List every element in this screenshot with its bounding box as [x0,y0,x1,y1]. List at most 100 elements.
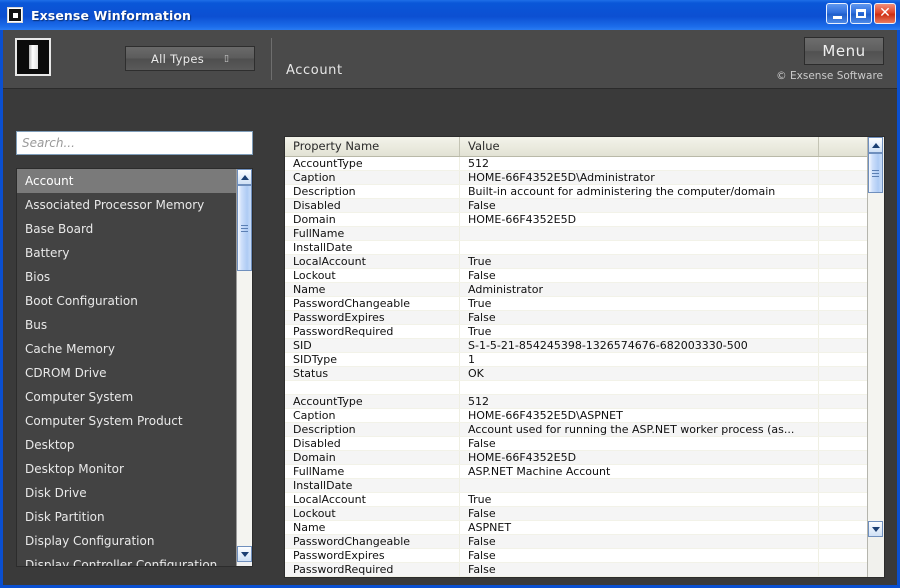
cell-value [460,479,819,492]
table-row[interactable]: LocalAccount True [285,255,869,269]
table-row[interactable]: Name Administrator [285,283,869,297]
sidebar-scrollbar[interactable] [236,169,252,566]
table-row[interactable]: Disabled False [285,437,869,451]
cell-value: True [460,297,819,310]
sidebar-item[interactable]: Bios [17,265,238,289]
cell-value: False [460,549,819,562]
cell-property-name: AccountType [285,395,460,408]
maximize-button[interactable] [850,3,872,24]
table-row[interactable]: PasswordRequired False [285,563,869,577]
table-row[interactable]: FullName ASP.NET Machine Account [285,465,869,479]
copyright-label: © Exsense Software [776,70,883,82]
sidebar-item[interactable]: Battery [17,241,238,265]
cell-extra [819,269,869,282]
table-row[interactable]: Lockout False [285,269,869,283]
title-bar[interactable]: Exsense Winformation ✕ [0,0,900,30]
cell-value: Administrator [460,283,819,296]
cell-property-name: Lockout [285,269,460,282]
table-body[interactable]: AccountType 512 Caption HOME-66F4352E5D\Adm… [285,157,869,577]
menu-button[interactable]: Menu [804,37,884,65]
table-row[interactable]: Name ASPNET [285,521,869,535]
cell-property-name: SIDType [285,353,460,366]
table-row[interactable]: SID S-1-5-21-854245398-1326574676-6820033… [285,339,869,353]
table-row[interactable]: InstallDate [285,479,869,493]
table-row[interactable]: PasswordExpires False [285,549,869,563]
cell-extra [819,185,869,198]
table-row[interactable]: Lockout False [285,507,869,521]
cell-property-name: Disabled [285,437,460,450]
table-row[interactable]: Disabled False [285,199,869,213]
cell-extra [819,409,869,422]
cell-property-name: Domain [285,213,460,226]
sidebar-item[interactable]: Bus [17,313,238,337]
sidebar-item[interactable]: Disk Drive [17,481,238,505]
table-row[interactable] [285,381,869,395]
table-row[interactable]: Description Built-in account for administ… [285,185,869,199]
cell-property-name: AccountType [285,157,460,170]
cell-property-name: FullName [285,227,460,240]
table-row[interactable]: Description Account used for running the … [285,423,869,437]
cell-property-name: PasswordRequired [285,563,460,576]
table-row[interactable]: PasswordChangeable False [285,535,869,549]
table-row[interactable]: FullName [285,227,869,241]
sidebar-scroll-thumb[interactable] [237,185,252,271]
cell-property-name: Description [285,423,460,436]
table-row[interactable]: AccountType 512 [285,157,869,171]
cell-property-name: LocalAccount [285,255,460,268]
cell-property-name [285,381,460,394]
table-row[interactable]: PasswordChangeable True [285,297,869,311]
sidebar-item[interactable]: Account [17,169,238,193]
scroll-down-icon[interactable] [868,521,883,537]
sidebar-item[interactable]: Display Configuration [17,529,238,553]
cell-value: Account used for running the ASP.NET wor… [460,423,819,436]
table-row[interactable]: SIDType 1 [285,353,869,367]
sidebar-item[interactable]: Computer System [17,385,238,409]
table-row[interactable]: PasswordExpires False [285,311,869,325]
column-header-value[interactable]: Value [460,137,819,156]
sidebar-item[interactable]: CDROM Drive [17,361,238,385]
column-header-property-name[interactable]: Property Name [285,137,460,156]
cell-extra [819,437,869,450]
table-scrollbar[interactable] [867,137,884,577]
table-row[interactable]: InstallDate [285,241,869,255]
cell-value: False [460,269,819,282]
cell-value: False [460,311,819,324]
close-button[interactable]: ✕ [874,3,896,24]
sidebar-scroll-track[interactable] [237,271,252,546]
sidebar-item[interactable]: Base Board [17,217,238,241]
cell-extra [819,283,869,296]
table-row[interactable]: Domain HOME-66F4352E5D [285,213,869,227]
cell-extra [819,423,869,436]
scroll-down-icon[interactable] [237,546,252,562]
table-row[interactable]: Caption HOME-66F4352E5D\Administrator [285,171,869,185]
scroll-up-icon[interactable] [868,137,883,153]
table-row[interactable]: Status OK [285,367,869,381]
scroll-up-icon[interactable] [237,169,252,185]
app-square-icon [7,7,23,23]
type-list[interactable]: Account Associated Processor Memory Base B… [17,169,238,566]
table-row[interactable]: Caption HOME-66F4352E5D\ASPNET [285,409,869,423]
search-input[interactable] [16,131,253,155]
sidebar-item[interactable]: Desktop Monitor [17,457,238,481]
sidebar-item[interactable]: Cache Memory [17,337,238,361]
minimize-button[interactable] [826,3,848,24]
sidebar-item[interactable]: Associated Processor Memory [17,193,238,217]
table-row[interactable]: Domain HOME-66F4352E5D [285,451,869,465]
type-filter-dropdown[interactable]: All Types ▯ [125,46,255,71]
exsense-logo-icon [15,38,51,76]
application-window: Exsense Winformation ✕ All Types ▯ Accou… [0,0,900,588]
cell-value: False [460,535,819,548]
sidebar-item[interactable]: Desktop [17,433,238,457]
cell-value: HOME-66F4352E5D\Administrator [460,171,819,184]
table-row[interactable]: PasswordRequired True [285,325,869,339]
table-scroll-track[interactable] [868,193,884,521]
sidebar-item[interactable]: Disk Partition [17,505,238,529]
table-row[interactable]: LocalAccount True [285,493,869,507]
cell-property-name: PasswordChangeable [285,535,460,548]
table-row[interactable]: AccountType 512 [285,395,869,409]
table-scroll-thumb[interactable] [868,153,883,193]
sidebar-item[interactable]: Computer System Product [17,409,238,433]
cell-extra [819,157,869,170]
sidebar-item[interactable]: Boot Configuration [17,289,238,313]
sidebar-item[interactable]: Display Controller Configuration [17,553,238,566]
